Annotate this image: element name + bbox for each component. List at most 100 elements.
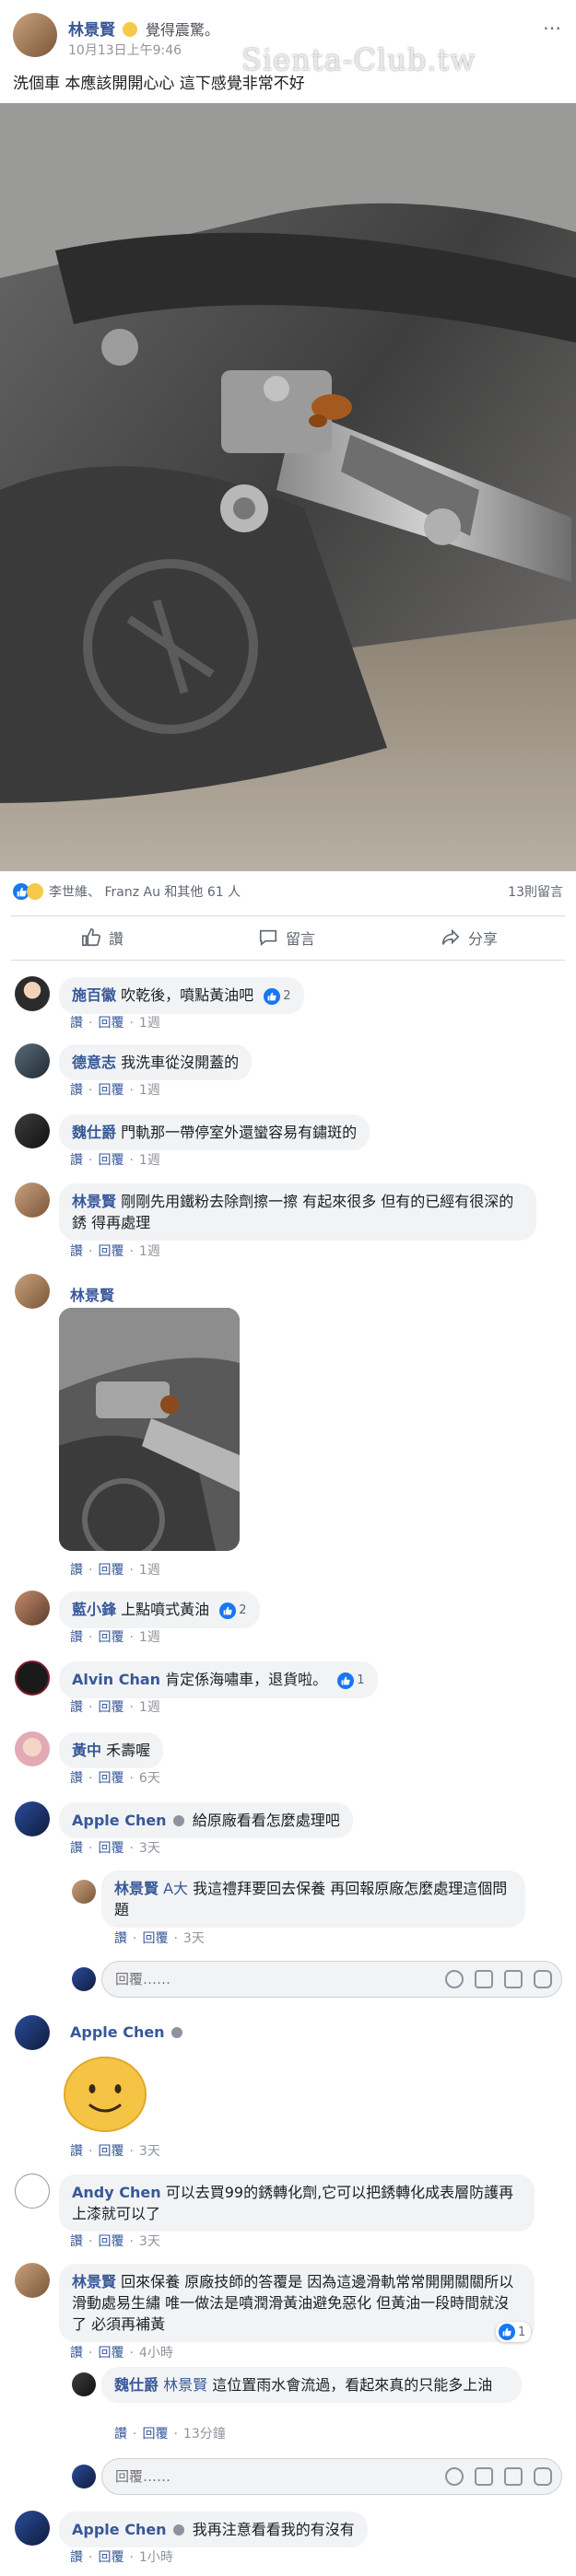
commenter-avatar[interactable]	[15, 2015, 50, 2050]
commenter-avatar[interactable]	[15, 1274, 50, 1309]
comment-time[interactable]: 4小時	[139, 2346, 173, 2360]
smiley-sticker[interactable]	[63, 2054, 147, 2135]
comment-author[interactable]: Apple Chen	[70, 2023, 165, 2041]
comment-reply-link[interactable]: 回覆	[98, 1244, 123, 1259]
post-time[interactable]: 10月13日上午9:46	[68, 41, 182, 59]
commenter-avatar[interactable]	[15, 1591, 50, 1626]
comment-time[interactable]: 1週	[139, 1630, 160, 1645]
comment-like-link[interactable]: 讚	[70, 1563, 83, 1578]
comment-like-link[interactable]: 讚	[70, 1153, 83, 1168]
comment-time[interactable]: 3天	[139, 2234, 160, 2249]
comment-author[interactable]: 林景賢	[72, 2273, 116, 2290]
post-photo[interactable]	[0, 103, 576, 871]
emoji-icon[interactable]	[445, 2467, 464, 2486]
comment-reply-link[interactable]: 回覆	[98, 1083, 123, 1098]
sticker-icon[interactable]	[534, 1970, 552, 1988]
comment-reply-link[interactable]: 回覆	[98, 1771, 123, 1786]
comment-like-link[interactable]: 讚	[70, 2144, 83, 2159]
gif-icon[interactable]	[504, 2467, 523, 2486]
comment-time[interactable]: 1週	[139, 1153, 160, 1168]
comment-like-link[interactable]: 讚	[70, 1244, 83, 1259]
commenter-avatar[interactable]	[15, 2511, 50, 2546]
camera-icon[interactable]	[475, 2467, 493, 2486]
comment-author[interactable]: 施百徽	[72, 986, 116, 1004]
comment-like-link[interactable]: 讚	[70, 2346, 83, 2360]
comment-reactions[interactable]: 1	[337, 1670, 365, 1691]
options-icon[interactable]: ⋯	[543, 17, 561, 39]
comment-like-link[interactable]: 讚	[70, 1771, 83, 1786]
reply-like-link[interactable]: 讚	[114, 1931, 127, 1946]
like-button[interactable]: 讚	[81, 927, 123, 949]
comment-reactions[interactable]: 2	[219, 1600, 247, 1621]
comment-reply-link[interactable]: 回覆	[98, 1630, 123, 1645]
comment-author[interactable]: 魏仕爵	[72, 1124, 116, 1141]
comment-like-link[interactable]: 讚	[70, 1630, 83, 1645]
comment-photo[interactable]	[59, 1308, 240, 1551]
comment-reactions[interactable]: 2	[264, 985, 291, 1007]
comments-count[interactable]: 13則留言	[508, 882, 563, 901]
author-avatar[interactable]	[13, 13, 57, 57]
commenter-avatar[interactable]	[15, 1113, 50, 1148]
comment-reply-link[interactable]: 回覆	[98, 2144, 123, 2159]
comment-time[interactable]: 1週	[139, 1700, 160, 1715]
comment-author[interactable]: 林景賢	[72, 1193, 116, 1210]
comment-reply-link[interactable]: 回覆	[98, 1841, 123, 1856]
reply-time[interactable]: 3天	[183, 1931, 205, 1946]
reply-mention[interactable]: A大	[163, 1880, 188, 1897]
comment-button[interactable]: 留言	[258, 927, 315, 949]
comment-author[interactable]: Apple Chen	[72, 1812, 167, 1829]
comment-author[interactable]: 藍小鋒	[72, 1601, 116, 1618]
comment-time[interactable]: 6天	[139, 1771, 160, 1786]
reply-input-box[interactable]	[101, 1961, 562, 1998]
comment-reply-link[interactable]: 回覆	[98, 1153, 123, 1168]
gif-icon[interactable]	[504, 1970, 523, 1988]
comment-author[interactable]: Alvin Chan	[72, 1671, 160, 1688]
comment-author[interactable]: 德意志	[72, 1054, 116, 1071]
comment-time[interactable]: 1週	[139, 1563, 160, 1578]
comment-author[interactable]: Apple Chen	[72, 2521, 167, 2538]
comment-time[interactable]: 1週	[139, 1244, 160, 1259]
comment-like-link[interactable]: 讚	[70, 2234, 83, 2249]
comment-reply-link[interactable]: 回覆	[98, 1700, 123, 1715]
comment-time[interactable]: 1小時	[139, 2550, 173, 2565]
reply-input-box[interactable]	[101, 2458, 562, 2495]
reply-reply-link[interactable]: 回覆	[142, 2427, 168, 2442]
camera-icon[interactable]	[475, 1970, 493, 1988]
comment-like-link[interactable]: 讚	[70, 1700, 83, 1715]
comment-time[interactable]: 3天	[139, 2144, 160, 2159]
comment-author[interactable]: 林景賢	[70, 1283, 114, 1305]
comment-author[interactable]: Andy Chen	[72, 2184, 161, 2201]
comment-reply-link[interactable]: 回覆	[98, 2234, 123, 2249]
commenter-avatar[interactable]	[15, 2263, 50, 2298]
comment-time[interactable]: 1週	[139, 1016, 160, 1031]
commenter-avatar[interactable]	[15, 1183, 50, 1218]
commenter-avatar[interactable]	[15, 1801, 50, 1836]
comment-like-link[interactable]: 讚	[70, 1083, 83, 1098]
reply-mention[interactable]: 林景賢	[163, 2376, 207, 2394]
comment-like-link[interactable]: 讚	[70, 1841, 83, 1856]
comment-reactions[interactable]: 1	[496, 2322, 532, 2342]
replier-avatar[interactable]	[72, 2372, 96, 2396]
reply-author[interactable]: 魏仕爵	[114, 2376, 159, 2394]
reply-like-link[interactable]: 讚	[114, 2427, 127, 2442]
commenter-avatar[interactable]	[15, 1731, 50, 1766]
replier-avatar[interactable]	[72, 1880, 96, 1904]
reply-input[interactable]	[102, 1962, 379, 1997]
reply-author[interactable]: 林景賢	[114, 1880, 159, 1897]
comment-author[interactable]: 黃中	[72, 1742, 101, 1759]
comment-like-link[interactable]: 讚	[70, 1016, 83, 1031]
comment-reply-link[interactable]: 回覆	[98, 1016, 123, 1031]
comment-like-link[interactable]: 讚	[70, 2550, 83, 2565]
reply-input[interactable]	[102, 2459, 379, 2494]
share-button[interactable]: 分享	[441, 927, 498, 949]
comment-reply-link[interactable]: 回覆	[98, 2346, 123, 2360]
commenter-avatar[interactable]	[15, 1661, 50, 1696]
reply-time[interactable]: 13分鐘	[183, 2427, 226, 2442]
comment-reply-link[interactable]: 回覆	[98, 2550, 123, 2565]
reactions-summary[interactable]: 李世維、 Franz Au 和其他 61 人	[13, 882, 241, 901]
emoji-icon[interactable]	[445, 1970, 464, 1988]
comment-reply-link[interactable]: 回覆	[98, 1563, 123, 1578]
commenter-avatar[interactable]	[15, 976, 50, 1011]
commenter-avatar[interactable]	[15, 2174, 50, 2209]
reply-reply-link[interactable]: 回覆	[142, 1931, 168, 1946]
